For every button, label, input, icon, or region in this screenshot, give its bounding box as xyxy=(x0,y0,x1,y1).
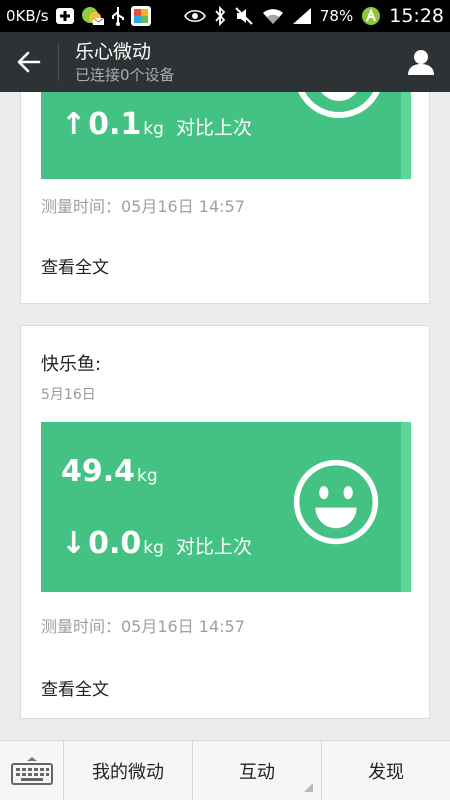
panel-stripe xyxy=(401,422,411,592)
compare-label: 对比上次 xyxy=(175,536,252,558)
weight-change: ↑ 0.1 kg 对比上次 xyxy=(61,107,252,142)
measurement-panel: 49.4 kg ↓ 0.0 kg 对比上次 xyxy=(41,422,411,592)
read-more-link[interactable]: 查看全文 xyxy=(41,675,109,700)
bluetooth-icon xyxy=(214,6,226,26)
network-speed: 0KB/s xyxy=(6,7,49,25)
back-button[interactable] xyxy=(0,32,58,92)
measurement-card[interactable]: ↑ 0.1 kg 对比上次 测量时间：05月16日 14:57 查看全文 xyxy=(20,92,430,304)
smiley-icon xyxy=(293,459,379,545)
clock: 15:28 xyxy=(389,5,444,27)
bottom-bar: 我的微动 互动 发现 xyxy=(0,740,450,800)
keyboard-toggle-button[interactable] xyxy=(0,741,64,800)
connection-status: 已连接0个设备 xyxy=(75,65,175,84)
change-arrow: ↑ xyxy=(61,107,87,142)
app-bar: 乐心微动 已连接0个设备 xyxy=(0,32,450,92)
status-bar: 0KB/s 78% 15:28 xyxy=(0,0,450,32)
submenu-indicator-icon xyxy=(304,783,313,792)
eye-icon xyxy=(183,6,206,26)
current-weight: 49.4 kg xyxy=(61,454,158,489)
compare-label: 对比上次 xyxy=(175,117,252,139)
read-more-link[interactable]: 查看全文 xyxy=(41,253,109,278)
feed[interactable]: ↑ 0.1 kg 对比上次 测量时间：05月16日 14:57 查看全文 快乐鱼… xyxy=(0,92,450,740)
panel-stripe xyxy=(401,92,411,179)
user-icon xyxy=(408,50,434,75)
tab-discover[interactable]: 发现 xyxy=(322,741,450,800)
tab-my-weidong[interactable]: 我的微动 xyxy=(64,741,193,800)
measurement-card[interactable]: 快乐鱼: 5月16日 49.4 kg ↓ 0.0 kg 对比上次 测量时间：05… xyxy=(20,325,430,719)
measure-time: 测量时间：05月16日 14:57 xyxy=(41,197,245,216)
wifi-icon xyxy=(262,6,284,26)
tab-label: 发现 xyxy=(368,761,404,783)
smiley-icon xyxy=(298,92,380,118)
battery-percent: 78% xyxy=(319,7,354,25)
wechat-notify-icon xyxy=(81,6,105,26)
usb-icon xyxy=(111,6,125,26)
plus-box-icon xyxy=(55,6,75,26)
measurement-panel: ↑ 0.1 kg 对比上次 xyxy=(41,92,411,179)
change-value: 0.1 xyxy=(88,107,142,142)
post-date: 5月16日 xyxy=(41,387,96,403)
change-arrow: ↓ xyxy=(61,526,87,561)
measure-time: 测量时间：05月16日 14:57 xyxy=(41,617,245,636)
change-value: 0.0 xyxy=(88,526,142,561)
tab-label: 互动 xyxy=(239,761,275,783)
signal-icon xyxy=(292,6,312,26)
keyboard-icon xyxy=(10,757,53,785)
mute-icon xyxy=(234,6,254,26)
change-unit: kg xyxy=(143,119,164,139)
tab-label: 我的微动 xyxy=(92,761,164,783)
author-name: 快乐鱼: xyxy=(41,354,102,375)
arrow-left-icon xyxy=(17,51,41,73)
app-title: 乐心微动 xyxy=(75,40,152,63)
change-unit: kg xyxy=(143,538,164,558)
weight-change: ↓ 0.0 kg 对比上次 xyxy=(61,526,252,561)
app-icon xyxy=(130,6,151,26)
app-bar-titles: 乐心微动 已连接0个设备 xyxy=(59,40,392,85)
weight-value: 49.4 xyxy=(61,454,136,489)
tab-interact[interactable]: 互动 xyxy=(193,741,322,800)
profile-button[interactable] xyxy=(392,32,450,92)
weight-unit: kg xyxy=(137,466,158,486)
android-icon xyxy=(361,6,381,26)
